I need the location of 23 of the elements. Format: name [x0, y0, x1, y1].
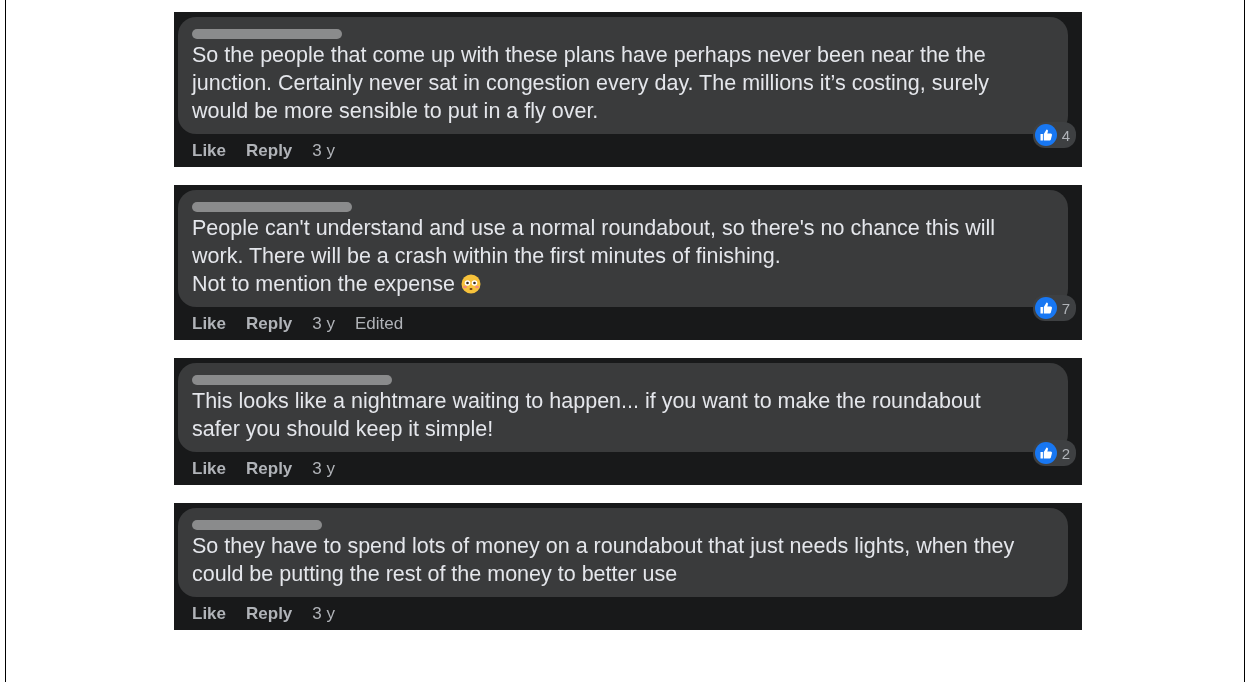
- comment-text: So they have to spend lots of money on a roundabout that just needs lights, when they could be putting the rest of the money to better use: [192, 533, 1016, 588]
- comment-action-link[interactable]: Reply: [246, 459, 293, 479]
- reaction-badge[interactable]: 7: [1032, 295, 1076, 321]
- comment-time[interactable]: 3 y: [312, 459, 335, 479]
- comment-action-link[interactable]: Reply: [246, 141, 293, 161]
- comment-time[interactable]: 3 y: [312, 141, 335, 161]
- thumbs-up-icon: [1034, 124, 1057, 146]
- comment-action-link[interactable]: Reply: [246, 314, 293, 334]
- edited-label: Edited: [355, 314, 404, 334]
- comment-action-link[interactable]: Like: [192, 314, 227, 334]
- thumbs-up-icon: [1034, 297, 1057, 319]
- comment-text: This looks like a nightmare waiting to happen... if you want to make the roundabout safer you should keep it simple!: [192, 388, 982, 443]
- reaction-badge[interactable]: 4: [1032, 122, 1076, 148]
- comment-text: So the people that come up with these plans have perhaps never been near the the junction. Certainly never sat in congestion every day. The millions it’s costing, surely would be more sensible to put in a fly over.: [192, 42, 991, 125]
- comment-time[interactable]: 3 y: [312, 314, 335, 334]
- comment-action-link[interactable]: Like: [192, 141, 227, 161]
- comment-text: People can't understand and use a normal roundabout, so there's no chance this will work. There will be a crash within the first minutes of finishing. Not to mention the expense: [192, 215, 997, 298]
- comment-action-link[interactable]: Reply: [246, 604, 293, 624]
- thumbs-up-icon: [1034, 442, 1057, 464]
- comment-action-link[interactable]: Like: [192, 604, 227, 624]
- comment-action-link[interactable]: Like: [192, 459, 227, 479]
- reaction-badge[interactable]: 2: [1032, 440, 1076, 466]
- comment-time[interactable]: 3 y: [312, 604, 335, 624]
